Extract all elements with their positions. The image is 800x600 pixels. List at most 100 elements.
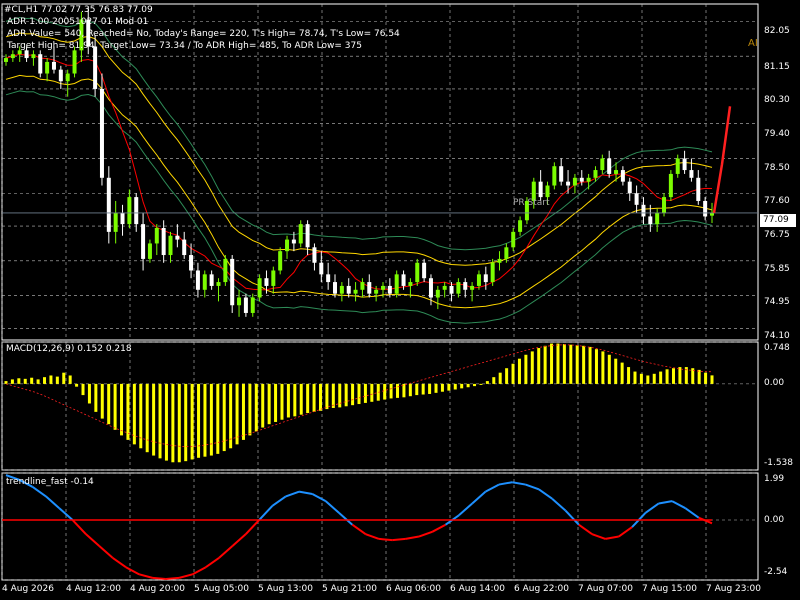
macd-tick: 0.748 — [764, 343, 790, 353]
candle-body — [545, 185, 550, 198]
macd-tick: -1.538 — [764, 458, 794, 468]
time-tick: 4 Aug 20:00 — [130, 584, 185, 594]
trendline-segment — [218, 545, 234, 559]
macd-histogram-bar — [389, 383, 393, 399]
macd-histogram-bar — [601, 351, 605, 384]
trendline-tick: -2.54 — [764, 567, 788, 577]
candle-body — [99, 88, 104, 178]
macd-histogram-bar — [190, 383, 194, 460]
macd-histogram-bar — [126, 383, 130, 440]
adr-values-line: ADR Value= 540, Reached= No, Today's Ran… — [7, 29, 400, 39]
trendline-segment — [431, 523, 447, 533]
trendline-segment — [512, 481, 526, 486]
trendline-segment — [658, 500, 673, 505]
candle-body — [120, 212, 125, 225]
trendline-segment — [578, 523, 593, 535]
candle-body — [106, 177, 111, 232]
macd-histogram-bar — [440, 383, 444, 392]
trendline-tick: 1.99 — [764, 474, 785, 484]
chart-canvas[interactable] — [0, 0, 800, 600]
time-tick: 6 Aug 14:00 — [450, 584, 505, 594]
macd-histogram-bar — [17, 378, 21, 384]
macd-histogram-bar — [556, 343, 560, 384]
trendline-segment — [538, 488, 553, 500]
candle-body — [607, 158, 612, 174]
macd-histogram-bar — [325, 383, 329, 410]
candle-body — [346, 285, 351, 294]
trendline-segment — [165, 576, 180, 581]
macd-histogram-bar — [331, 383, 335, 408]
candle-body — [422, 262, 427, 279]
trendline-segment — [564, 509, 580, 526]
macd-histogram-bar — [633, 371, 637, 384]
trendline-segment — [138, 573, 153, 579]
candle-body — [538, 181, 543, 198]
trendline-segment — [498, 481, 513, 486]
upper-outer-band — [5, 16, 713, 251]
price-tick: 78.50 — [764, 163, 790, 173]
trendline-segment — [525, 483, 540, 491]
candle-body — [593, 170, 598, 178]
candle-body — [4, 58, 8, 62]
candle-body — [223, 258, 228, 283]
macd-histogram-bar — [318, 383, 322, 411]
trendline-segment — [671, 500, 686, 510]
candle-body — [237, 297, 242, 306]
macd-histogram-bar — [164, 383, 168, 461]
macd-histogram-bar — [107, 383, 111, 425]
candle-body — [552, 166, 557, 186]
candle-body — [394, 274, 399, 294]
upper-band — [5, 32, 713, 266]
candle-body — [202, 274, 207, 290]
macd-histogram-bar — [659, 371, 663, 384]
trendline-segment — [684, 507, 700, 519]
macd-histogram-bar — [43, 377, 47, 384]
candle-body — [333, 282, 338, 294]
trendline-segment — [605, 535, 619, 540]
candle-body — [662, 197, 667, 213]
candle-body — [518, 220, 523, 232]
macd-histogram-bar — [665, 369, 669, 384]
macd-histogram-bar — [203, 383, 207, 457]
trendline-segment — [618, 526, 633, 538]
macd-histogram-bar — [100, 383, 104, 419]
candle-body — [45, 61, 50, 74]
candle-body — [93, 46, 98, 89]
macd-histogram-bar — [299, 383, 303, 415]
candle-body — [579, 177, 584, 182]
macd-histogram-bar — [415, 383, 419, 396]
candle-body — [490, 262, 495, 283]
trendline-segment — [325, 500, 340, 514]
macd-histogram-bar — [49, 375, 53, 384]
candle-body — [401, 274, 406, 286]
price-tick: 76.75 — [764, 230, 790, 240]
candle-body — [435, 289, 440, 298]
macd-histogram-bar — [312, 383, 316, 412]
trendline-segment — [258, 505, 274, 521]
candle-body — [374, 289, 379, 294]
macd-histogram-bar — [280, 383, 284, 420]
trendline-pane-border — [1, 472, 759, 581]
macd-histogram-bar — [229, 383, 233, 449]
candle-body — [504, 247, 509, 259]
macd-histogram-bar — [582, 345, 586, 384]
trendline-segment — [71, 519, 87, 535]
candle-body — [614, 170, 619, 174]
time-tick: 6 Aug 06:00 — [386, 584, 441, 594]
macd-histogram-bar — [216, 383, 220, 454]
candle-body — [689, 170, 694, 178]
time-tick: 6 Aug 22:00 — [514, 584, 569, 594]
macd-histogram-bar — [671, 368, 675, 384]
candle-body — [113, 212, 118, 232]
candle-body — [339, 285, 344, 294]
trendline-segment — [591, 533, 606, 540]
macd-histogram-bar — [286, 383, 290, 418]
candle-body — [65, 73, 70, 82]
macd-histogram-bar — [473, 383, 477, 387]
macd-histogram-bar — [81, 383, 85, 396]
candle-body — [134, 197, 139, 225]
macd-histogram-bar — [485, 381, 489, 384]
macd-histogram-bar — [344, 383, 348, 407]
time-tick: 4 Aug 2026 — [2, 584, 54, 594]
macd-histogram-bar — [36, 379, 40, 384]
